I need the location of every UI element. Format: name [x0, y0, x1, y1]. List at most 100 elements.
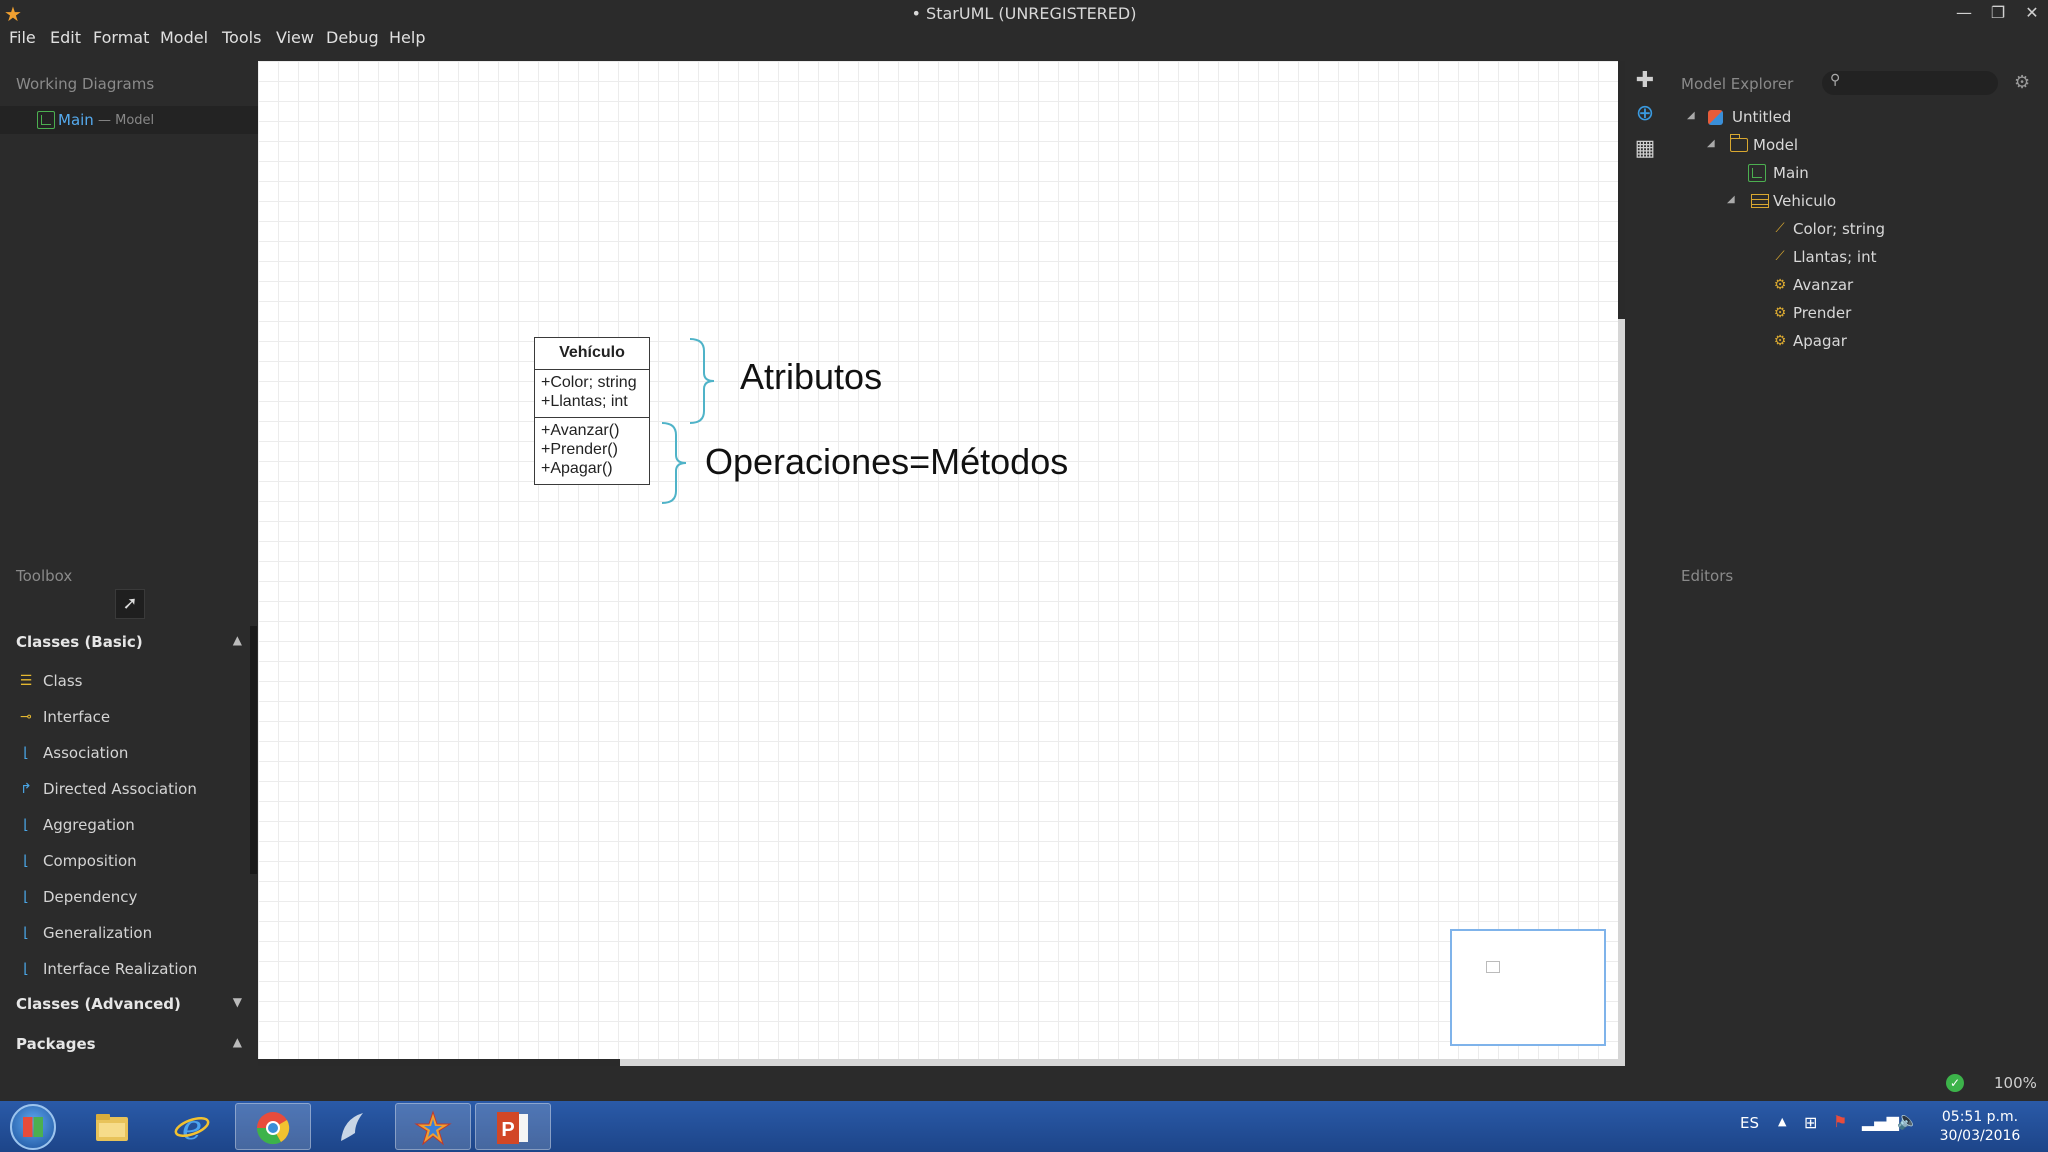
- title-bar: ★ • StarUML (UNREGISTERED) — ❐ ✕: [0, 0, 2048, 27]
- keyboard-language[interactable]: ES: [1740, 1114, 1759, 1132]
- action-center-flag-icon[interactable]: ⚑: [1833, 1112, 1847, 1131]
- tree-item-attribute-llantas[interactable]: ⟋ Llantas; int: [1680, 244, 2040, 270]
- taskbar-internet-explorer[interactable]: e: [155, 1103, 231, 1150]
- editors-header: Editors: [1681, 567, 1734, 585]
- class-attributes-compartment[interactable]: +Color; string +Llantas; int: [535, 370, 649, 418]
- validation-ok-icon[interactable]: ✓: [1946, 1074, 1964, 1092]
- toolbox-item-directed-association[interactable]: ↱ Directed Association: [0, 774, 250, 804]
- menu-file[interactable]: File: [9, 27, 36, 49]
- clock-time: 05:51 p.m.: [1941, 1109, 2019, 1125]
- toolbox-item-composition[interactable]: ⌊ Composition: [0, 846, 250, 876]
- tree-expanded-arrow-icon: ◢: [1727, 194, 1735, 205]
- restore-button[interactable]: ❐: [1981, 2, 2015, 24]
- taskbar-staruml[interactable]: [395, 1103, 471, 1150]
- toolbox-category-packages[interactable]: Packages ▲: [0, 1030, 250, 1060]
- tree-item-label: Vehiculo: [1773, 192, 1837, 210]
- menu-debug[interactable]: Debug: [326, 27, 379, 49]
- toolbox-category-classes-basic[interactable]: Classes (Basic) ▲: [0, 628, 250, 658]
- note-atributos[interactable]: Atributos: [740, 356, 882, 398]
- toolbox-item-interface[interactable]: ⊸ Interface: [0, 702, 250, 732]
- navigator-crosshair-icon[interactable]: ⊕: [1633, 102, 1657, 126]
- working-diagram-item-main[interactable]: Main — Model: [0, 106, 258, 134]
- network-signal-icon[interactable]: ▂▄▆: [1862, 1112, 1899, 1131]
- toolbox-item-label: Generalization: [43, 924, 153, 942]
- minimize-button[interactable]: —: [1947, 2, 1981, 24]
- operation-icon: ⚙: [1773, 333, 1787, 349]
- vertical-scroll-thumb[interactable]: [1618, 61, 1625, 319]
- menu-format[interactable]: Format: [93, 27, 149, 49]
- tree-item-operation-apagar[interactable]: ⚙ Apagar: [1680, 328, 2040, 354]
- directed-association-icon: ↱: [20, 781, 32, 797]
- canvas-horizontal-scrollbar[interactable]: [258, 1059, 1625, 1066]
- collapse-arrow-icon: ▲: [232, 1035, 242, 1049]
- tree-item-vehiculo[interactable]: ◢ Vehiculo: [1680, 188, 2040, 214]
- operations-brace-annotation: [661, 422, 687, 504]
- class-operations-compartment[interactable]: +Avanzar() +Prender() +Apagar(): [535, 418, 649, 478]
- svg-text:e: e: [182, 1109, 202, 1145]
- model-search-input[interactable]: ⚲: [1822, 71, 1998, 95]
- taskbar-explorer[interactable]: [75, 1103, 151, 1150]
- menu-model[interactable]: Model: [160, 27, 208, 49]
- tree-item-model[interactable]: ◢ Model: [1680, 132, 2040, 158]
- extensions-puzzle-icon[interactable]: ✚: [1633, 69, 1657, 93]
- toolbox-item-interface-realization[interactable]: ⌊ Interface Realization: [0, 954, 250, 984]
- canvas-vertical-scrollbar[interactable]: [1618, 61, 1625, 1059]
- show-hidden-icons-icon[interactable]: ▲: [1778, 1115, 1786, 1128]
- tree-item-operation-prender[interactable]: ⚙ Prender: [1680, 300, 2040, 326]
- toolbox-item-association[interactable]: ⌊ Association: [0, 738, 250, 768]
- toolbox-item-label: Class: [43, 672, 83, 690]
- uml-class-vehiculo[interactable]: Vehículo +Color; string +Llantas; int +A…: [534, 337, 650, 485]
- tree-item-untitled[interactable]: ◢ Untitled: [1680, 104, 2040, 130]
- tree-item-main[interactable]: Main: [1680, 160, 2040, 186]
- powerpoint-icon: P: [497, 1112, 528, 1144]
- tree-item-label: Model: [1753, 136, 1799, 154]
- toolbox-item-class[interactable]: ☰ Class: [0, 666, 250, 696]
- toolbox-item-dependency[interactable]: ⌊ Dependency: [0, 882, 250, 912]
- start-button[interactable]: [10, 1104, 56, 1150]
- expand-arrow-icon: ▼: [232, 995, 242, 1009]
- operation-apagar: +Apagar(): [541, 460, 613, 477]
- taskbar-chrome[interactable]: [235, 1103, 311, 1150]
- association-icon: ⌊: [23, 745, 29, 761]
- attribute-icon: ⟋: [1775, 221, 1785, 236]
- toolbox-item-generalization[interactable]: ⌊ Generalization: [0, 918, 250, 948]
- tree-item-attribute-color[interactable]: ⟋ Color; string: [1680, 216, 2040, 242]
- volume-icon[interactable]: 🔈: [1897, 1111, 1918, 1131]
- menu-edit[interactable]: Edit: [50, 27, 81, 49]
- toolbox-header: Toolbox: [16, 567, 73, 585]
- attribute-icon: ⟋: [1775, 249, 1785, 264]
- zoom-level[interactable]: 100%: [1994, 1074, 2037, 1092]
- tree-item-label: Prender: [1793, 304, 1852, 322]
- minimap-diagram-thumbnail: [1486, 961, 1500, 973]
- toolbox-scrollbar[interactable]: [250, 626, 257, 874]
- staruml-window: ★ • StarUML (UNREGISTERED) — ❐ ✕ File Ed…: [0, 0, 2048, 1152]
- attribute-llantas: +Llantas; int: [541, 393, 628, 410]
- tree-item-operation-avanzar[interactable]: ⚙ Avanzar: [1680, 272, 2040, 298]
- layout-grid-icon[interactable]: ▦: [1633, 137, 1657, 161]
- gear-icon[interactable]: ⚙: [2014, 72, 2030, 93]
- dependency-icon: ⌊: [23, 889, 29, 905]
- menu-view[interactable]: View: [276, 27, 314, 49]
- taskbar-app-feather[interactable]: [315, 1103, 391, 1150]
- attribute-color: +Color; string: [541, 374, 637, 391]
- internet-explorer-icon: e: [174, 1109, 210, 1145]
- menu-tools[interactable]: Tools: [222, 27, 261, 49]
- toolbox-item-aggregation[interactable]: ⌊ Aggregation: [0, 810, 250, 840]
- windows-logo-icon: [23, 1117, 43, 1137]
- diagram-canvas[interactable]: Vehículo +Color; string +Llantas; int +A…: [258, 61, 1618, 1059]
- working-diagrams-header: Working Diagrams: [16, 75, 155, 93]
- menu-help[interactable]: Help: [389, 27, 425, 49]
- search-icon: ⚲: [1830, 72, 1841, 88]
- note-operaciones[interactable]: Operaciones=Métodos: [705, 441, 1068, 483]
- windows-tray-icon[interactable]: ⊞: [1804, 1113, 1817, 1132]
- select-tool-button[interactable]: ➚: [115, 589, 145, 619]
- toolbox-item-label: Dependency: [43, 888, 138, 906]
- horizontal-scroll-thumb[interactable]: [258, 1059, 620, 1066]
- close-button[interactable]: ✕: [2015, 2, 2048, 24]
- taskbar-clock[interactable]: 05:51 p.m. 30/03/2016: [1920, 1108, 2040, 1146]
- toolbox-category-classes-advanced[interactable]: Classes (Advanced) ▼: [0, 990, 250, 1020]
- tree-item-label: Main: [1773, 164, 1809, 182]
- working-diagram-owner: — Model: [98, 113, 155, 128]
- taskbar-powerpoint[interactable]: P: [475, 1103, 551, 1150]
- diagram-minimap[interactable]: [1450, 929, 1606, 1046]
